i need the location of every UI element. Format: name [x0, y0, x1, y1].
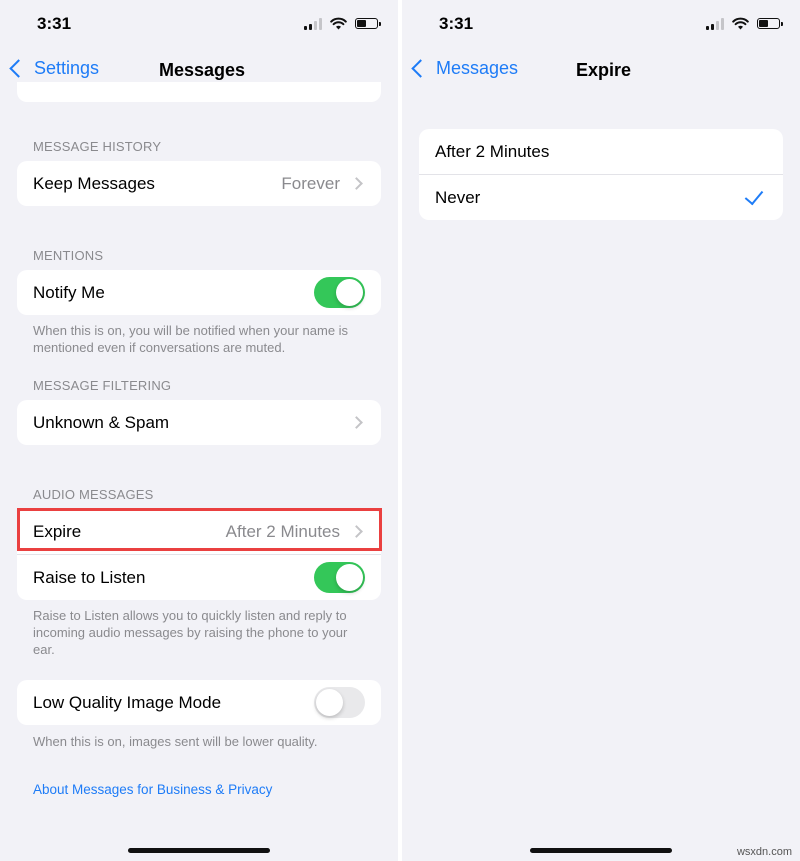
home-indicator — [530, 848, 672, 853]
watermark: wsxdn.com — [736, 846, 792, 858]
expire-row[interactable]: Expire After 2 Minutes — [17, 509, 381, 554]
battery-icon — [355, 18, 381, 29]
checkmark-icon — [744, 185, 764, 205]
unknown-spam-label: Unknown & Spam — [33, 412, 170, 432]
keep-messages-row[interactable]: Keep Messages Forever — [17, 161, 381, 206]
back-button-label: Messages — [436, 58, 519, 78]
about-business-privacy-link[interactable]: About Messages for Business & Privacy — [33, 782, 272, 797]
low-quality-label: Low Quality Image Mode — [33, 692, 222, 712]
unknown-spam-row[interactable]: Unknown & Spam — [17, 400, 381, 445]
chevron-right-icon — [350, 525, 363, 538]
section-label-mentions: MENTIONS — [33, 248, 104, 263]
home-indicator — [128, 848, 270, 853]
low-quality-toggle[interactable] — [314, 687, 365, 718]
section-label-message-history: MESSAGE HISTORY — [33, 139, 162, 154]
low-quality-note: When this is on, images sent will be low… — [33, 734, 318, 749]
section-label-audio-messages: AUDIO MESSAGES — [33, 487, 154, 502]
keep-messages-value: Forever — [281, 173, 340, 193]
group-mentions: Notify Me — [17, 270, 381, 315]
chevron-right-icon — [350, 177, 363, 190]
expire-options-screen: 3:31 Messages Expire After 2 Minutes Nev… — [402, 0, 800, 861]
chevron-right-icon — [350, 416, 363, 429]
expire-value: After 2 Minutes — [225, 521, 340, 541]
page-title: Expire — [576, 60, 632, 80]
messages-settings-screen: 3:31 Settings Messages MESSAGE HISTORY K… — [0, 0, 398, 861]
status-icons — [706, 17, 783, 30]
group-message-history: Keep Messages Forever — [17, 161, 381, 206]
raise-to-listen-toggle[interactable] — [314, 562, 365, 593]
keep-messages-label: Keep Messages — [33, 173, 155, 193]
cellular-signal-icon — [304, 17, 322, 30]
battery-icon — [757, 18, 783, 29]
low-quality-row: Low Quality Image Mode — [17, 680, 381, 725]
raise-to-listen-label: Raise to Listen — [33, 567, 146, 587]
back-button-settings[interactable]: Settings — [8, 58, 99, 79]
chevron-left-icon — [411, 59, 430, 78]
chevron-left-icon — [9, 59, 28, 78]
wifi-icon — [330, 17, 347, 30]
option-after-2-minutes[interactable]: After 2 Minutes — [419, 129, 783, 174]
expire-label: Expire — [33, 521, 82, 541]
option-label: After 2 Minutes — [435, 141, 550, 161]
cellular-signal-icon — [706, 17, 724, 30]
previous-group-remnant — [17, 82, 381, 102]
page-title: Messages — [159, 60, 246, 80]
option-label: Never — [435, 187, 481, 207]
group-audio-messages: Expire After 2 Minutes Raise to Listen — [17, 509, 381, 600]
notify-me-toggle[interactable] — [314, 277, 365, 308]
status-time: 3:31 — [439, 14, 474, 33]
status-icons — [304, 17, 381, 30]
status-time: 3:31 — [37, 14, 72, 33]
section-label-message-filtering: MESSAGE FILTERING — [33, 378, 172, 393]
option-never[interactable]: Never — [419, 174, 783, 220]
raise-to-listen-note: Raise to Listen allows you to quickly li… — [33, 608, 348, 657]
back-button-messages[interactable]: Messages — [410, 58, 518, 79]
wifi-icon — [732, 17, 749, 30]
mentions-note: When this is on, you will be notified wh… — [33, 323, 349, 355]
notify-me-label: Notify Me — [33, 282, 105, 302]
group-message-filtering: Unknown & Spam — [17, 400, 381, 445]
raise-to-listen-row: Raise to Listen — [17, 554, 381, 600]
notify-me-row: Notify Me — [17, 270, 381, 315]
back-button-label: Settings — [34, 58, 100, 78]
group-low-quality: Low Quality Image Mode — [17, 680, 381, 725]
group-expire-options: After 2 Minutes Never — [419, 129, 783, 220]
